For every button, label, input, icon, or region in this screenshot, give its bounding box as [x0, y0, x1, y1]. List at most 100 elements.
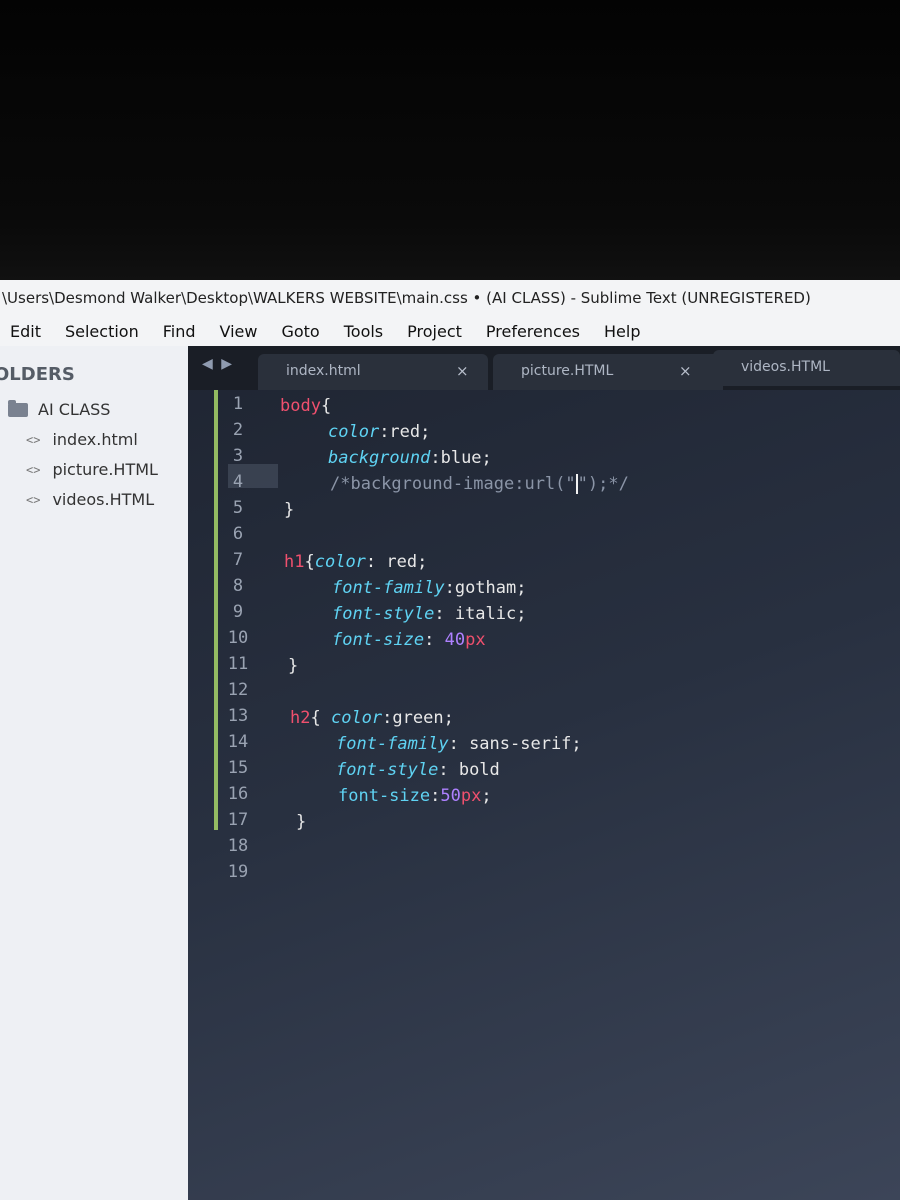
- code-token: {: [304, 552, 315, 572]
- line-number: 3: [232, 446, 244, 466]
- close-icon[interactable]: ×: [679, 354, 692, 388]
- code-token: font-family: [336, 734, 449, 754]
- line-number: 11: [227, 654, 249, 674]
- code-token: font-size: [338, 786, 431, 806]
- code-area[interactable]: 1 2 3 4 5 6 7 8 9 10 11 12 13 14 15 16 1…: [188, 390, 900, 1200]
- code-token: font-family: [332, 578, 445, 598]
- code-token: :green;: [382, 708, 454, 728]
- line-number: 15: [227, 758, 249, 778]
- code-token: ;: [481, 786, 492, 806]
- file-label: index.html: [52, 430, 138, 449]
- code-token: background: [328, 448, 431, 468]
- folder-icon: [8, 399, 28, 417]
- monitor-bezel: [0, 0, 900, 280]
- menu-bar: Edit Selection Find View Goto Tools Proj…: [0, 316, 900, 346]
- menu-help[interactable]: Help: [592, 322, 652, 341]
- tab-nav-arrows-icon[interactable]: ◀ ▶: [202, 356, 234, 372]
- menu-tools[interactable]: Tools: [332, 322, 395, 341]
- line-number: 8: [232, 576, 244, 596]
- code-line-9: font-style: italic;: [332, 602, 526, 626]
- tab-videos-html[interactable]: videos.HTML: [713, 350, 900, 386]
- file-code-icon: <>: [26, 432, 41, 447]
- code-token: h1: [284, 552, 305, 572]
- tab-label: picture.HTML: [521, 363, 614, 379]
- code-token: px: [465, 630, 486, 650]
- file-label: videos.HTML: [52, 490, 155, 509]
- tab-label: videos.HTML: [741, 359, 830, 375]
- code-token: /*background-image:url(": [330, 474, 576, 494]
- line-number: 16: [227, 784, 249, 804]
- file-code-icon: <>: [26, 462, 41, 477]
- menu-find[interactable]: Find: [151, 322, 208, 341]
- line-number: 18: [227, 836, 249, 856]
- code-line-1: body{: [280, 394, 331, 418]
- line-number: 7: [232, 550, 244, 570]
- code-line-15: font-style: bold: [336, 758, 500, 782]
- code-token: body: [280, 396, 321, 416]
- tab-picture-html[interactable]: picture.HTML ×: [493, 354, 723, 390]
- line-number: 19: [227, 862, 249, 882]
- line-number: 1: [232, 394, 244, 414]
- code-line-16: font-size:50px;: [338, 784, 492, 808]
- line-number: 10: [227, 628, 249, 648]
- folder-label: AI CLASS: [38, 400, 111, 419]
- code-token: font-style: [332, 604, 435, 624]
- code-token: :gotham;: [444, 578, 527, 598]
- tab-index-html[interactable]: index.html ×: [258, 354, 488, 390]
- code-line-13: h2{ color:green;: [290, 706, 454, 730]
- sidebar-header: OLDERS: [0, 364, 75, 385]
- tab-bar: ◀ ▶ index.html × picture.HTML × videos.H…: [188, 346, 900, 390]
- code-token: :red;: [379, 422, 431, 442]
- menu-selection[interactable]: Selection: [53, 322, 151, 341]
- file-label: picture.HTML: [52, 460, 158, 479]
- tab-label: index.html: [286, 363, 361, 379]
- line-number: 17: [227, 810, 249, 830]
- code-token: : italic;: [434, 604, 527, 624]
- screen: \Users\Desmond Walker\Desktop\WALKERS WE…: [0, 280, 900, 1200]
- close-icon[interactable]: ×: [456, 354, 469, 388]
- code-token: :: [430, 786, 441, 806]
- code-token: px: [460, 786, 482, 806]
- code-token: color: [314, 552, 366, 572]
- sidebar-file-picture[interactable]: <> picture.HTML: [26, 460, 158, 479]
- code-line-8: font-family:gotham;: [332, 576, 526, 600]
- code-token: 40: [444, 630, 466, 650]
- code-token: h2: [290, 708, 311, 728]
- sidebar: OLDERS AI CLASS <> index.html <> picture…: [0, 346, 220, 1200]
- menu-edit[interactable]: Edit: [0, 322, 53, 341]
- file-code-icon: <>: [26, 492, 41, 507]
- code-line-2: color:red;: [328, 420, 430, 444]
- menu-goto[interactable]: Goto: [269, 322, 331, 341]
- code-token: color: [330, 708, 383, 728]
- code-token: ");*/: [577, 474, 629, 494]
- code-token: {: [320, 396, 332, 416]
- line-number: 2: [232, 420, 244, 440]
- editor-pane[interactable]: ◀ ▶ index.html × picture.HTML × videos.H…: [188, 346, 900, 1200]
- sidebar-file-index[interactable]: <> index.html: [26, 430, 138, 449]
- menu-preferences[interactable]: Preferences: [474, 322, 592, 341]
- line-number: 4: [232, 472, 244, 492]
- code-line-10: font-size: 40px: [332, 628, 486, 652]
- code-token: 50: [440, 786, 461, 806]
- code-token: :blue;: [430, 448, 492, 468]
- line-number: 9: [232, 602, 244, 622]
- code-token: : sans-serif;: [448, 734, 582, 754]
- sidebar-folder-ai-class[interactable]: AI CLASS: [8, 399, 111, 419]
- code-token: : bold: [438, 760, 500, 780]
- code-token: color: [328, 422, 380, 442]
- code-token: font-style: [336, 760, 439, 780]
- code-line-14: font-family: sans-serif;: [336, 732, 582, 756]
- line-number: 5: [232, 498, 244, 518]
- menu-project[interactable]: Project: [395, 322, 474, 341]
- line-number: 13: [227, 706, 249, 726]
- window-title: \Users\Desmond Walker\Desktop\WALKERS WE…: [0, 280, 900, 316]
- line-number: 6: [232, 524, 244, 544]
- line-number: 12: [227, 680, 249, 700]
- code-token: font-size: [332, 630, 425, 650]
- code-token: :: [424, 630, 445, 650]
- code-token: {: [310, 708, 331, 728]
- sidebar-file-videos[interactable]: <> videos.HTML: [26, 490, 154, 509]
- menu-view[interactable]: View: [208, 322, 270, 341]
- code-token: : red;: [365, 552, 428, 572]
- code-line-7: h1{color: red;: [284, 550, 427, 574]
